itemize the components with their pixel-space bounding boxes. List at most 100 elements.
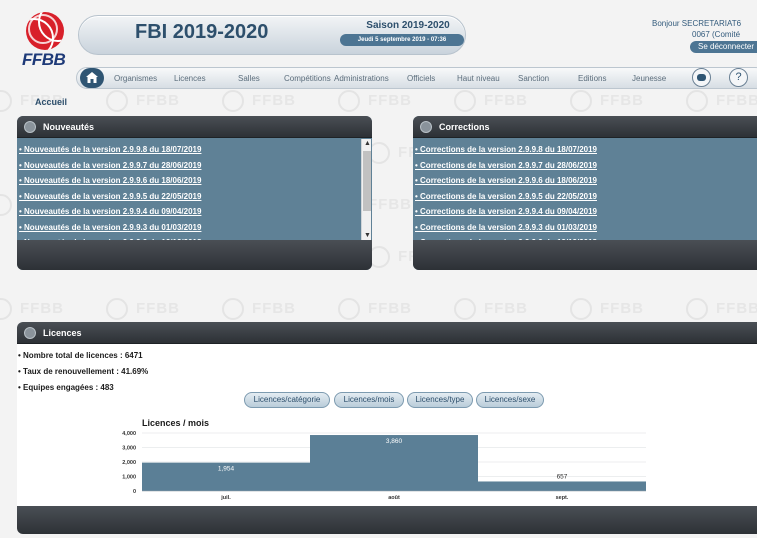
nav-officiels[interactable]: Officiels: [407, 74, 435, 83]
scroll-thumb[interactable]: [363, 151, 371, 211]
message-icon: [697, 74, 706, 81]
watermark-logo-icon: [570, 298, 592, 320]
x-tick-label: sept.: [556, 495, 569, 501]
watermark-logo-icon: [570, 90, 592, 112]
user-code: 0067 (Comité: [692, 30, 741, 39]
ffbb-logo[interactable]: FFBB: [22, 12, 66, 72]
news-link[interactable]: • Nouveautés de la version 2.9.9.4 du 09…: [19, 207, 201, 216]
panel-header: Licences: [17, 322, 757, 344]
panel-footer: [413, 240, 757, 270]
season-label: Saison 2019-2020: [366, 20, 450, 31]
panel-footer: [17, 240, 372, 270]
x-tick-label: août: [388, 495, 400, 501]
watermark-logo-icon: [454, 90, 476, 112]
home-button[interactable]: [80, 68, 104, 88]
stat-renouvellement: • Taux de renouvellement : 41.69%: [18, 367, 149, 376]
scrollbar[interactable]: ▲ ▼: [361, 139, 371, 240]
app-title: FBI 2019-2020: [135, 21, 269, 43]
nav-sanction[interactable]: Sanction: [518, 74, 549, 83]
watermark-text: FFBB: [20, 300, 64, 317]
watermark-text: FFBB: [716, 92, 757, 109]
watermark-text: FFBB: [368, 92, 412, 109]
news-link[interactable]: • Corrections de la version 2.9.9.4 du 0…: [415, 207, 597, 216]
nouveautes-panel: Nouveautés • Nouveautés de la version 2.…: [17, 116, 372, 270]
watermark-logo-icon: [222, 298, 244, 320]
nav-haut-niveau[interactable]: Haut niveau: [457, 74, 500, 83]
watermark-logo-icon: [0, 90, 12, 112]
nav-salles[interactable]: Salles: [238, 74, 260, 83]
watermark-text: FFBB: [600, 300, 644, 317]
watermark-text: FFBB: [600, 92, 644, 109]
stat-total-licences: • Nombre total de licences : 6471: [18, 351, 143, 360]
y-tick-label: 1,000: [122, 475, 136, 481]
date-badge: Jeudi 5 septembre 2019 - 07:36: [340, 34, 464, 46]
bar-data-label: 657: [557, 473, 568, 480]
scroll-up-icon[interactable]: ▲: [364, 140, 371, 147]
news-link[interactable]: • Corrections de la version 2.9.9.6 du 1…: [415, 176, 597, 185]
basketball-icon: [26, 12, 64, 50]
news-link[interactable]: • Corrections de la version 2.9.9.8 du 1…: [415, 145, 597, 154]
y-tick-label: 4,000: [122, 431, 136, 437]
messages-button[interactable]: [692, 68, 711, 87]
news-link[interactable]: • Nouveautés de la version 2.9.9.5 du 22…: [19, 192, 201, 201]
home-icon: [86, 72, 98, 83]
stat-equipes: • Equipes engagées : 483: [18, 383, 114, 392]
tab-licences-mois[interactable]: Licences/mois: [334, 392, 404, 408]
watermark-text: FFBB: [368, 196, 412, 213]
news-link[interactable]: • Nouveautés de la version 2.9.9.8 du 18…: [19, 145, 201, 154]
x-tick-label: juil.: [220, 495, 231, 501]
nav-administrations[interactable]: Administrations: [334, 74, 389, 83]
tab-licences-sexe[interactable]: Licences/sexe: [476, 392, 544, 408]
panel-icon: [420, 121, 432, 133]
watermark-text: FFBB: [136, 300, 180, 317]
watermark-logo-icon: [338, 298, 360, 320]
news-link[interactable]: • Corrections de la version 2.9.9.7 du 2…: [415, 161, 597, 170]
watermark-logo-icon: [686, 298, 708, 320]
watermark-text: FFBB: [136, 92, 180, 109]
nav-organismes[interactable]: Organismes: [114, 74, 157, 83]
news-link[interactable]: • Nouveautés de la version 2.9.9.3 du 01…: [19, 223, 201, 232]
watermark-logo-icon: [222, 90, 244, 112]
panel-title: Nouveautés: [43, 122, 95, 132]
nav-competitions[interactable]: Compétitions: [284, 74, 331, 83]
bar-data-label: 3,860: [386, 438, 403, 445]
watermark-logo-icon: [106, 298, 128, 320]
corrections-panel: Corrections • Corrections de la version …: [413, 116, 757, 270]
scroll-down-icon[interactable]: ▼: [364, 232, 371, 239]
watermark-text: FFBB: [368, 300, 412, 317]
y-tick-label: 0: [133, 489, 136, 495]
news-link[interactable]: • Nouveautés de la version 2.9.9.7 du 28…: [19, 161, 201, 170]
chart-bar: [478, 481, 646, 491]
watermark-text: FFBB: [484, 92, 528, 109]
user-greeting: Bonjour SECRETARIAT6: [652, 19, 742, 28]
nav-jeunesse[interactable]: Jeunesse: [632, 74, 666, 83]
watermark-text: FFBB: [484, 300, 528, 317]
panel-icon: [24, 327, 36, 339]
bar-data-label: 1,954: [218, 466, 235, 473]
watermark-logo-icon: [454, 298, 476, 320]
logo-text: FFBB: [22, 50, 66, 69]
watermark-logo-icon: [0, 298, 12, 320]
nav-licences[interactable]: Licences: [174, 74, 206, 83]
y-tick-label: 3,000: [122, 446, 136, 452]
breadcrumb[interactable]: Accueil: [35, 97, 67, 107]
news-link[interactable]: • Corrections de la version 2.9.9.3 du 0…: [415, 223, 597, 232]
watermark-text: FFBB: [252, 92, 296, 109]
panel-icon: [24, 121, 36, 133]
news-link[interactable]: • Nouveautés de la version 2.9.9.6 du 18…: [19, 176, 201, 185]
panel-title: Corrections: [439, 122, 490, 132]
panel-header: Nouveautés: [17, 116, 372, 138]
watermark-logo-icon: [686, 90, 708, 112]
panel-title: Licences: [43, 328, 82, 338]
nav-editions[interactable]: Editions: [578, 74, 606, 83]
tab-licences-categorie[interactable]: Licences/catégorie: [244, 392, 330, 408]
watermark-text: FFBB: [716, 300, 757, 317]
help-button[interactable]: ?: [729, 68, 748, 87]
logout-button[interactable]: Se déconnecter: [690, 41, 757, 53]
licences-chart: 4,000 3,000 2,000 1,000 0 1,954 juil. 3,860 août…: [122, 431, 646, 501]
tab-licences-type[interactable]: Licences/type: [407, 392, 473, 408]
y-tick-label: 2,000: [122, 460, 136, 466]
news-link[interactable]: • Corrections de la version 2.9.9.5 du 2…: [415, 192, 597, 201]
watermark-logo-icon: [0, 194, 12, 216]
watermark-logo-icon: [338, 90, 360, 112]
